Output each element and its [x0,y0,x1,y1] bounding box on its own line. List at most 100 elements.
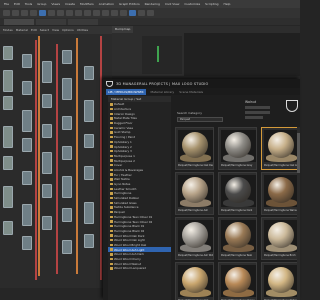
material-node[interactable] [3,46,13,60]
material-node[interactable] [62,240,72,254]
tab-view-2[interactable] [36,19,66,25]
material-tile[interactable]: Parquet/Herringbone Dark [218,172,257,215]
tab-material-library[interactable]: Material Library [151,90,175,94]
menu-item[interactable]: Create [65,0,75,8]
menu-item[interactable]: Graph Editors [119,0,140,8]
node-menu-item[interactable]: Material [16,28,28,32]
grid-scrollbar[interactable] [297,127,300,300]
tab-scene-materials[interactable]: Scene Materials [179,90,203,94]
material-node[interactable] [22,54,32,68]
category-tree[interactable]: Material Group / Set Default Architecture… [108,96,171,300]
material-editor-icon[interactable] [129,10,136,16]
material-node[interactable] [84,100,94,122]
menu-item[interactable]: Help [224,0,231,8]
menu-item[interactable]: Rendering [145,0,160,8]
select-icon[interactable] [39,10,46,16]
node-menu-item[interactable]: Options [62,28,74,32]
material-tile[interactable]: Parquet/Herringbone Teak [218,217,257,260]
search-input[interactable]: Parquet [177,117,223,122]
tab-node-view[interactable] [4,19,34,25]
material-tile[interactable]: Parquet/Herringbone Birch [261,217,300,260]
material-node[interactable] [62,146,72,160]
material-node[interactable] [22,138,32,152]
layer-icon[interactable] [102,10,109,16]
material-node[interactable] [42,216,52,230]
node-menu-item[interactable]: Utilities [77,28,88,32]
node-menu-item[interactable]: Select [40,28,49,32]
material-node[interactable] [62,116,72,130]
menu-item[interactable]: Edit [14,0,20,8]
material-node[interactable] [42,152,52,174]
material-tile[interactable]: Parquet/Herringbone Oak [175,262,214,300]
menu-item[interactable]: Modifiers [80,0,94,8]
material-node[interactable] [84,234,94,248]
material-tile[interactable]: Parquet/Herringbone Natural [261,262,300,300]
node-menu-item[interactable]: View [52,28,59,32]
tab-bumpmap[interactable]: Bumpmap [112,26,134,33]
material-node[interactable] [84,134,94,148]
menu-item[interactable]: Tools [25,0,32,8]
curve-editor-icon[interactable] [111,10,118,16]
material-tile[interactable]: Parquet/Herringbone Oak Light [261,127,300,170]
material-node[interactable] [22,236,32,250]
rotate-icon[interactable] [57,10,64,16]
snap-icon[interactable] [75,10,82,16]
window-titlebar[interactable]: 3D MANAGERIAL PROJECTS | MAX LOGO STUDIO [103,79,300,88]
material-tile[interactable]: Parquet/Herringbone Ash Wide [175,217,214,260]
scale-icon[interactable] [66,10,73,16]
render-setup-icon[interactable] [138,10,145,16]
menu-item[interactable]: Views [51,0,60,8]
material-node[interactable] [3,96,13,110]
unlink-icon[interactable] [30,10,37,16]
material-node[interactable] [84,202,94,224]
material-node[interactable] [22,81,32,95]
material-node[interactable] [22,110,32,132]
render-icon[interactable] [147,10,154,16]
move-icon[interactable] [48,10,55,16]
tree-item[interactable]: Wood Wood Lacquered [108,266,171,271]
tab-lib-browser[interactable]: LIB / MEDIAS/BROWSER [106,88,146,95]
material-node[interactable] [42,124,52,138]
link-icon[interactable] [21,10,28,16]
material-node[interactable] [22,204,32,226]
material-node[interactable] [62,208,72,222]
material-node[interactable] [42,184,52,198]
menu-item[interactable]: File [4,0,9,8]
node-menu-item[interactable]: Edit [31,28,37,32]
material-node[interactable] [42,61,52,83]
redo-icon[interactable] [12,10,19,16]
material-node[interactable] [3,70,13,92]
material-tile[interactable]: Parquet/Herringbone Cherry [218,262,257,300]
node-menu-item[interactable]: Modes [3,28,13,32]
mirror-icon[interactable] [84,10,91,16]
scrollbar-thumb[interactable] [297,133,300,173]
undo-icon[interactable] [3,10,10,16]
curve-graph[interactable] [142,36,182,74]
menu-item[interactable]: Customize [184,0,200,8]
material-node[interactable] [62,176,72,198]
material-tile[interactable]: Parquet/Herringbone Oak Dark [175,127,214,170]
material-tile[interactable]: Parquet/Herringbone Ash [175,172,214,215]
browser-tab-bar: LIB / MEDIAS/BROWSER Material Library Sc… [103,88,300,95]
align-icon[interactable] [93,10,100,16]
menu-item[interactable]: Civil View [165,0,179,8]
material-tile[interactable]: Parquet/Herringbone Grey [218,127,257,170]
slate-node-editor[interactable]: Modes Material Edit Select View Options … [0,26,112,288]
folder-icon [110,262,113,265]
material-node[interactable] [3,156,13,170]
material-node[interactable] [3,186,13,208]
material-node[interactable] [62,50,72,64]
material-node[interactable] [42,94,52,108]
menu-item[interactable]: Animation [99,0,114,8]
tab-view-3[interactable] [68,19,98,25]
menu-item[interactable]: Group [37,0,46,8]
material-node[interactable] [84,66,94,80]
material-node[interactable] [84,166,94,180]
material-node[interactable] [22,171,32,185]
material-node[interactable] [3,126,13,148]
schematic-icon[interactable] [120,10,127,16]
menu-item[interactable]: Scripting [205,0,218,8]
material-node[interactable] [62,78,72,100]
material-tile[interactable]: Parquet/Herringbone Walnut [261,172,300,215]
material-node[interactable] [3,221,13,235]
